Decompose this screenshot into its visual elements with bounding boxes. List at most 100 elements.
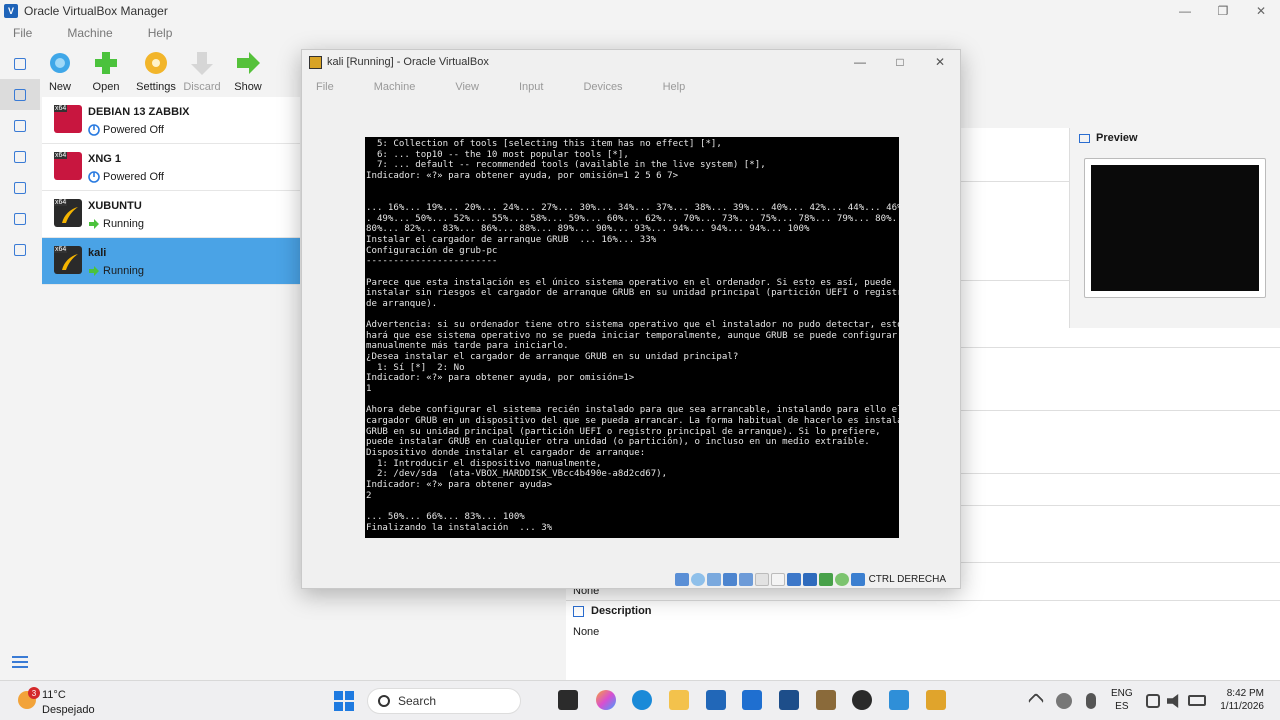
terminal-line: 2: /dev/sda (ata-VBOX_HARDDISK_VBcc4b490…: [366, 469, 668, 480]
task-view-icon[interactable]: [558, 690, 578, 710]
tray-app-icon[interactable]: [1056, 693, 1072, 709]
guest-additions-icon[interactable]: [834, 572, 849, 586]
hard-disk-icon[interactable]: [674, 572, 689, 586]
kali-vm-taskbar-icon[interactable]: [926, 690, 946, 710]
audio-icon[interactable]: [706, 572, 721, 586]
menu-machine[interactable]: Machine: [67, 26, 112, 40]
usb-icon[interactable]: [738, 572, 753, 586]
vm-menu-input[interactable]: Input: [519, 81, 543, 93]
maximize-icon[interactable]: ❐: [1204, 0, 1242, 22]
edge-browser-icon[interactable]: [632, 690, 652, 710]
vm-menu-file[interactable]: File: [316, 81, 334, 93]
show-label: Show: [234, 81, 262, 93]
terminal-line: ------------------------: [366, 256, 498, 267]
terminal-line: 6: ... top10 -- the 10 most popular tool…: [366, 149, 629, 160]
discard-button[interactable]: Discard: [182, 48, 222, 96]
terminal-line: 2: [366, 490, 372, 501]
cloud-icon: [14, 212, 26, 225]
tool-cloud[interactable]: [0, 203, 40, 234]
tool-activities[interactable]: [0, 234, 40, 265]
running-arrow-icon: [89, 266, 99, 276]
preview-thumbnail: [1084, 158, 1266, 298]
vm-menu-machine[interactable]: Machine: [374, 81, 416, 93]
vm-state: Running: [88, 265, 144, 277]
start-button[interactable]: [334, 691, 354, 711]
outlook-icon[interactable]: [742, 690, 762, 710]
github-icon[interactable]: [852, 690, 872, 710]
system-clock[interactable]: 8:42 PM 1/11/2026: [1212, 687, 1264, 713]
preview-header: Preview: [1079, 132, 1138, 144]
store-icon[interactable]: [706, 690, 726, 710]
terminal-line: 7: ... default -- recommended tools (ava…: [366, 160, 766, 171]
tool-welcome[interactable]: [0, 48, 40, 79]
open-button[interactable]: Open: [86, 48, 126, 96]
vm-name: DEBIAN 13 ZABBIX: [88, 106, 190, 118]
minimize-icon[interactable]: —: [840, 50, 880, 74]
file-explorer-icon[interactable]: [669, 690, 689, 710]
terminal-line: ... 16%... 19%... 20%... 24%... 27%... 3…: [366, 202, 899, 213]
recording-icon[interactable]: [786, 572, 801, 586]
virtualbox-taskbar-icon[interactable]: [889, 690, 909, 710]
maximize-icon[interactable]: □: [880, 50, 920, 74]
vm-menu-devices[interactable]: Devices: [583, 81, 622, 93]
extensions-icon: [14, 119, 26, 132]
menu-help[interactable]: Help: [148, 26, 173, 40]
vm-item-debian-13-zabbix[interactable]: x64 DEBIAN 13 ZABBIX Powered Off: [42, 97, 300, 144]
uoc-app-icon[interactable]: [779, 690, 799, 710]
taskbar-search[interactable]: Search: [367, 688, 521, 714]
vm-item-xubuntu[interactable]: x64 XUBUNTU Running: [42, 191, 300, 238]
vm-menu-view[interactable]: View: [455, 81, 479, 93]
vm-status-bar: CTRL DERECHA: [673, 571, 946, 587]
network-status-icon[interactable]: [1146, 694, 1160, 708]
taskbar: 3 11°C Despejado Search ENG ES 8:42 PM 1…: [0, 680, 1280, 720]
language-indicator[interactable]: ENG ES: [1111, 687, 1133, 713]
terminal-line: puede instalar GRUB en cualquier otra un…: [366, 437, 870, 448]
vm-item-kali[interactable]: x64 kali Running: [42, 238, 300, 285]
vm-console-screen[interactable]: 5: Collection of tools [selecting this i…: [365, 137, 899, 538]
vm-menu-help[interactable]: Help: [663, 81, 686, 93]
terminal-line: Instalar el cargador de arranque GRUB ..…: [366, 234, 657, 245]
debian-icon: x64: [54, 152, 82, 180]
mouse-integration-icon[interactable]: [818, 572, 833, 586]
vm-item-xng-1[interactable]: x64 XNG 1 Powered Off: [42, 144, 300, 191]
powered-off-icon: [88, 171, 100, 183]
close-icon[interactable]: ✕: [1242, 0, 1280, 22]
weather-condition: Despejado: [42, 704, 95, 716]
chevron-up-icon[interactable]: [1027, 692, 1045, 710]
display-icon[interactable]: [770, 572, 785, 586]
tool-media[interactable]: [0, 141, 40, 172]
optical-drive-icon[interactable]: [690, 572, 705, 586]
keyboard-capture-icon[interactable]: [850, 572, 865, 586]
show-arrow-icon: [237, 52, 260, 74]
terminal-line: Indicador: «?» para obtener ayuda>: [366, 480, 553, 490]
minimize-icon[interactable]: —: [1166, 0, 1204, 22]
terminal-line: Advertencia: si su ordenador tiene otro …: [366, 320, 899, 331]
discard-arrow-icon: [191, 52, 213, 75]
virtualbox-logo-icon: V: [4, 4, 18, 18]
shared-folders-icon[interactable]: [754, 572, 769, 586]
list-menu-icon[interactable]: [12, 656, 28, 670]
network-adapter-icon[interactable]: [722, 572, 737, 586]
weather-widget[interactable]: 3 11°C Despejado: [18, 685, 128, 717]
powered-off-icon: [88, 124, 100, 136]
volume-icon[interactable]: [1167, 694, 1179, 708]
cpu-icon[interactable]: [802, 572, 817, 586]
show-button[interactable]: Show: [228, 48, 268, 96]
close-icon[interactable]: ✕: [920, 50, 960, 74]
menu-file[interactable]: File: [13, 26, 32, 40]
settings-button[interactable]: Settings: [136, 48, 176, 96]
battery-icon[interactable]: [1188, 695, 1206, 706]
terminal-line: manualmente más tarde para iniciarlo.: [366, 341, 569, 352]
tool-extensions[interactable]: [0, 110, 40, 141]
vm-name: XNG 1: [88, 153, 122, 165]
microphone-icon[interactable]: [1086, 693, 1096, 709]
copilot-icon[interactable]: [596, 690, 616, 710]
app-icon[interactable]: [816, 690, 836, 710]
new-vm-icon: [50, 53, 70, 73]
tool-machines[interactable]: [0, 79, 40, 110]
new-button[interactable]: New: [40, 48, 80, 96]
tool-network[interactable]: [0, 172, 40, 203]
